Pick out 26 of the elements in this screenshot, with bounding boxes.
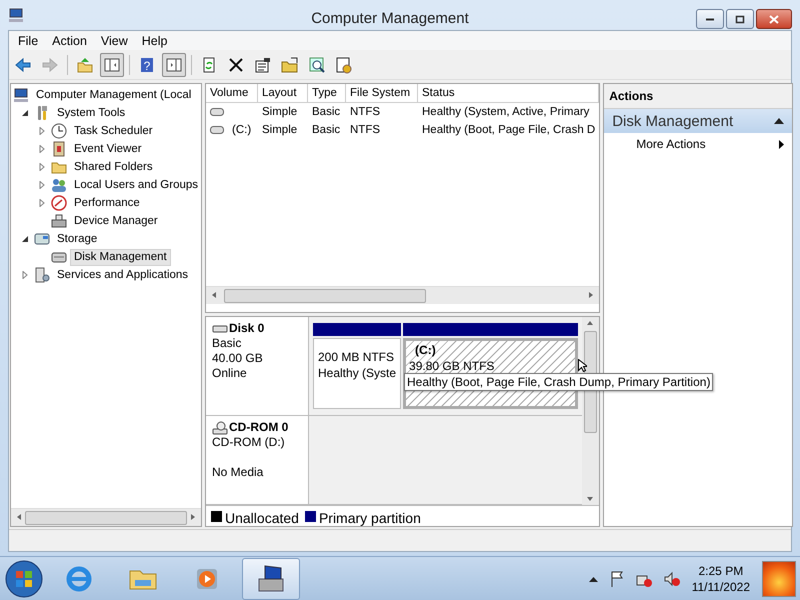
- actions-header: Actions: [604, 84, 792, 109]
- disk-type: CD-ROM (D:): [212, 435, 286, 450]
- table-cell-text: Basic: [311, 123, 342, 138]
- table-cell-text: NTFS: [349, 105, 382, 120]
- section-title: Disk Management: [612, 112, 734, 130]
- disk-name: Disk 0: [229, 321, 264, 336]
- table-cell-text: Simple: [261, 105, 298, 120]
- table-cell-text: Healthy (Boot, Page File, Crash D: [421, 123, 596, 138]
- table-cell-text: (C:): [231, 123, 252, 138]
- tooltip: Healthy (Boot, Page File, Crash Dump, Primary Partition): [404, 373, 714, 391]
- table-cell-text: NTFS: [349, 123, 382, 138]
- partition-label: (C:): [414, 342, 437, 358]
- table-cell-text: Basic: [311, 105, 342, 120]
- partition-size: 200 MB NTFS: [318, 349, 396, 365]
- disk-status: No Media: [212, 465, 264, 480]
- disk-name: CD-ROM 0: [229, 420, 288, 435]
- disk-status: Online: [212, 366, 248, 381]
- partition-size: 39.80 GB NTFS: [409, 358, 496, 374]
- disk-size: 40.00 GB: [212, 351, 264, 366]
- legend-label: Primary partition: [318, 510, 421, 526]
- table-cell-text: Healthy (System, Active, Primary: [421, 105, 590, 120]
- table-cell-text: Simple: [261, 123, 298, 138]
- disk-type: Basic: [212, 336, 242, 351]
- legend-label: Unallocated: [225, 510, 299, 526]
- window-title: Computer Management: [310, 10, 470, 27]
- partition-status: Healthy (Syste: [318, 365, 396, 381]
